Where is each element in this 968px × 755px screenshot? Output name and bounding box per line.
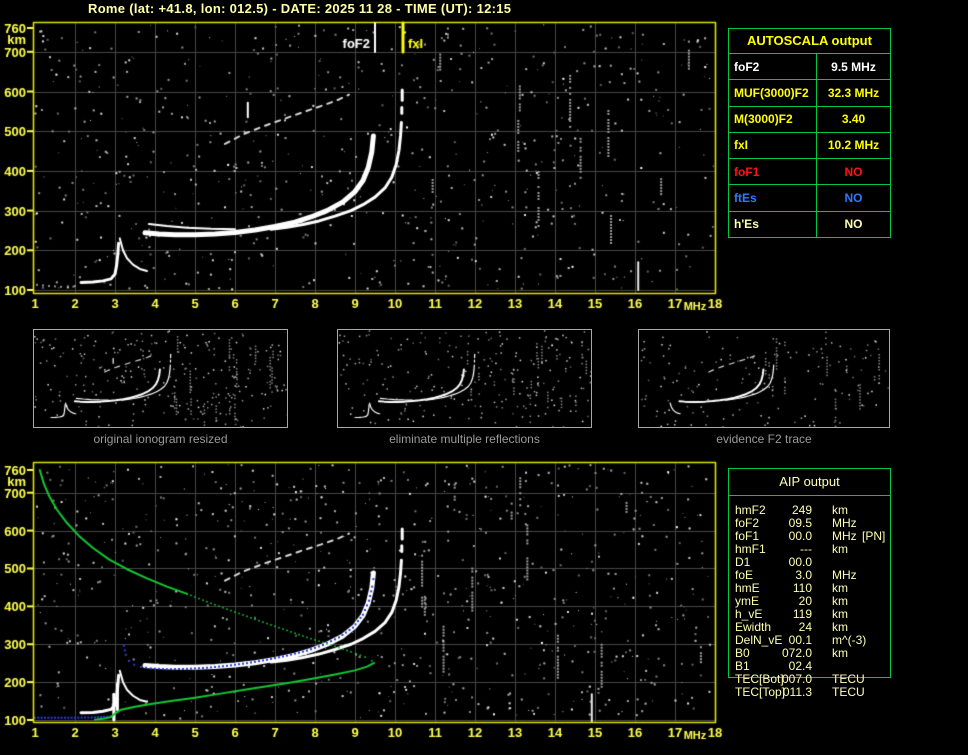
autoscala-row-foF2: foF2 9.5 MHz: [729, 54, 890, 81]
aip-row-foF1: foF1 00.0 MHz [PN]: [735, 529, 886, 543]
thumbnail-eliminate-canvas: [338, 330, 591, 427]
foF1-value: NO: [844, 164, 863, 179]
page-title: Rome (lat: +41.8, lon: 012.5) - DATE: 20…: [88, 1, 512, 16]
autoscala-app: Rome (lat: +41.8, lon: 012.5) - DATE: 20…: [0, 0, 968, 755]
autoscala-table-header: AUTOSCALA output: [729, 29, 890, 54]
autoscala-output-table: AUTOSCALA output foF2 9.5 MHz MUF(3000)F…: [728, 28, 891, 238]
aip-row-foE: foE 3.0 MHz: [735, 568, 857, 582]
aip-row-B0: B0 072.0 km: [735, 646, 848, 660]
aip-row-hmF1: hmF1 --- km: [735, 542, 848, 556]
aip-row-h_vE: h_vE 119 km: [735, 607, 848, 621]
autoscala-row-ftEs: ftEs NO: [729, 185, 890, 212]
aip-row-TECBot: TEC[Bot] 007.0 TECU: [735, 672, 865, 686]
hEs-label: h'Es: [729, 211, 817, 237]
thumbnail-caption-original: original ionogram resized: [93, 432, 228, 446]
MUF-value: 32.3 MHz: [827, 85, 880, 100]
aip-row-hmF2: hmF2 249 km: [735, 503, 848, 517]
aip-row-D1: D1 00.0: [735, 555, 812, 569]
foF2-label: foF2: [729, 54, 817, 80]
foF2-value: 9.5 MHz: [831, 59, 876, 74]
aip-table-rows: hmF2 249 km foF2 09.5 MHz foF1 00.0 MHz [PN] hm…: [728, 503, 891, 699]
fxI-value: 10.2 MHz: [827, 138, 880, 153]
MUF-label: MUF(3000)F2: [729, 80, 817, 106]
hEs-value: NO: [844, 217, 863, 232]
autoscala-row-MUF: MUF(3000)F2 32.3 MHz: [729, 80, 890, 107]
aip-row-DelN_vE: DelN_vE 00.1 m^(-3): [735, 633, 867, 647]
aip-row-ymE: ymE 20 km: [735, 594, 848, 608]
thumbnail-evidence-f2: [638, 329, 890, 428]
M3000-value: 3.40: [841, 112, 866, 127]
aip-row-foF2: foF2 09.5 MHz: [735, 516, 857, 530]
thumbnail-caption-evidence: evidence F2 trace: [716, 432, 812, 446]
top-ionogram-plot: [0, 20, 725, 316]
aip-row-Ewidth: Ewidth 24 km: [735, 620, 848, 634]
M3000-label: M(3000)F2: [729, 106, 817, 132]
aip-row-B1: B1 02.4: [735, 659, 812, 673]
thumbnail-evidence-canvas: [639, 330, 889, 427]
thumbnail-original-canvas: [34, 330, 287, 427]
ftEs-label: ftEs: [729, 185, 817, 211]
aip-table-header: AIP output: [729, 469, 890, 496]
ftEs-value: NO: [844, 191, 863, 206]
thumbnail-caption-eliminate: eliminate multiple reflections: [389, 432, 540, 446]
thumbnail-eliminate-reflections: [337, 329, 592, 428]
thumbnail-original-ionogram: [33, 329, 288, 428]
autoscala-row-hEs: h'Es NO: [729, 211, 890, 237]
autoscala-row-M3000: M(3000)F2 3.40: [729, 106, 890, 133]
autoscala-row-fxI: fxI 10.2 MHz: [729, 132, 890, 160]
foF1-label: foF1: [729, 159, 817, 185]
fxI-label: fxI: [729, 132, 817, 159]
aip-row-TECTop: TEC[Top] 011.3 TECU: [735, 685, 865, 699]
aip-row-hmE: hmE 110 km: [735, 581, 848, 595]
autoscala-row-foF1: foF1 NO: [729, 159, 890, 186]
bottom-ionogram-plot: [0, 456, 725, 755]
